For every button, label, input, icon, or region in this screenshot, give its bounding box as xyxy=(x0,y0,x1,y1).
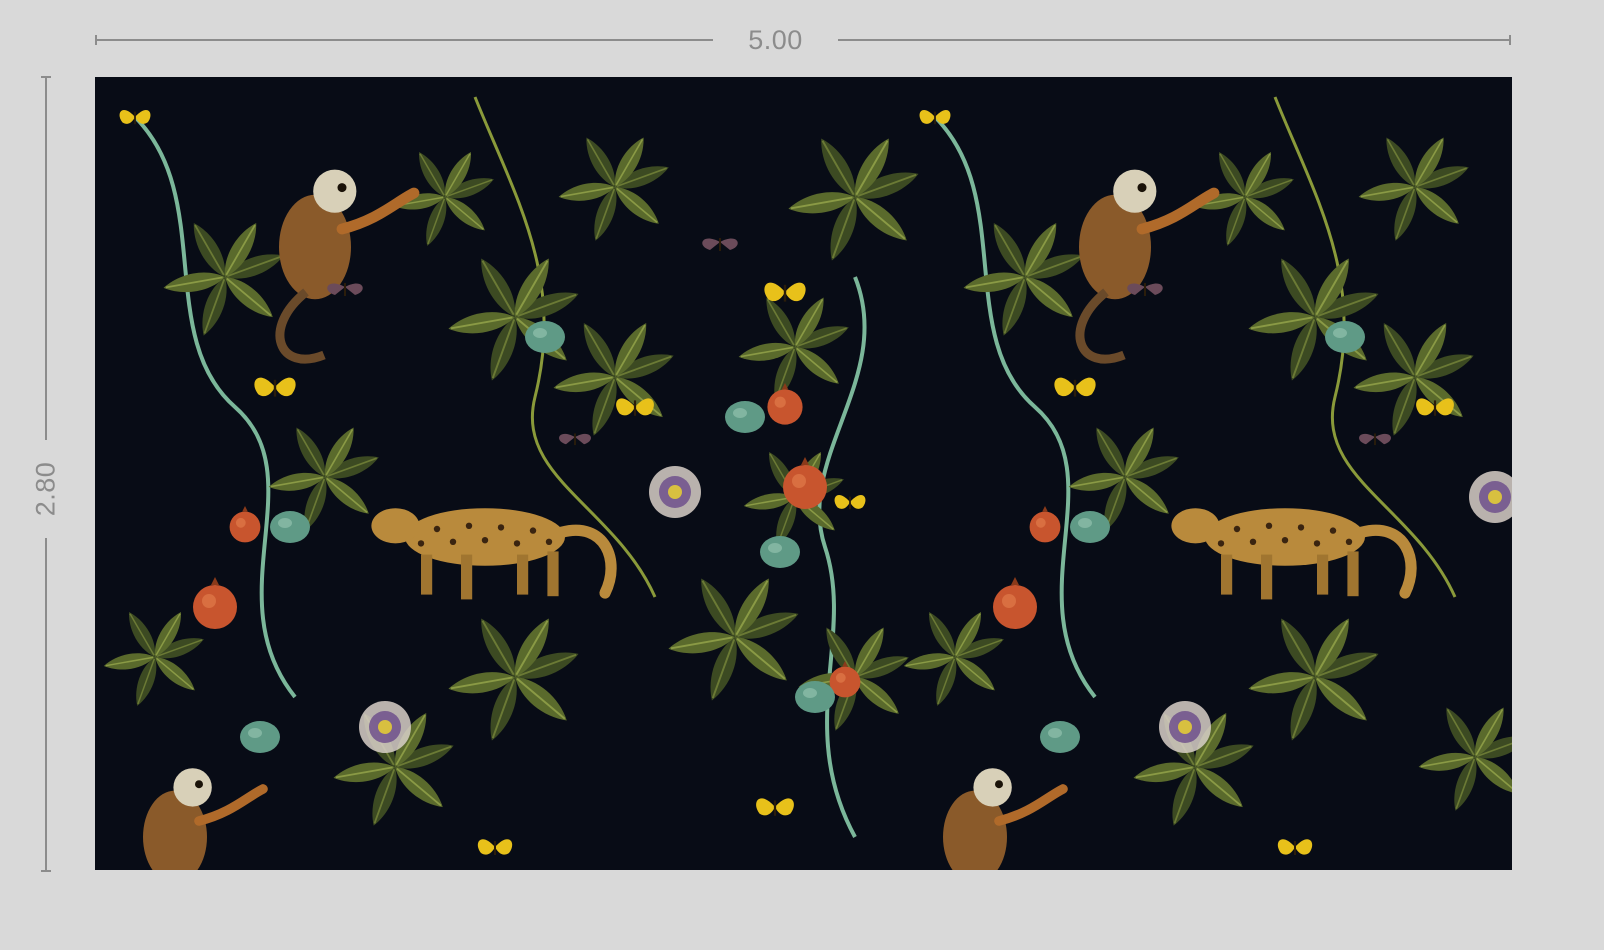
pattern-tile-left xyxy=(102,96,676,870)
width-dimension-end-tick xyxy=(1509,35,1511,45)
pattern-tile-center xyxy=(649,134,922,838)
wallpaper-preview xyxy=(95,77,1512,870)
wallpaper-pattern xyxy=(95,96,1512,870)
pattern-tile-right xyxy=(902,96,1512,870)
width-dimension-line-left xyxy=(95,39,713,41)
height-dimension-end-tick xyxy=(41,870,51,872)
height-dimension-label: 2.80 xyxy=(30,461,61,517)
width-dimension: 5.00 xyxy=(95,22,1511,58)
height-dimension: 2.80 xyxy=(28,76,64,872)
height-dimension-line-top xyxy=(45,76,47,440)
height-dimension-line-bottom xyxy=(45,538,47,872)
width-dimension-line-right xyxy=(838,39,1511,41)
width-dimension-label: 5.00 xyxy=(748,25,803,55)
